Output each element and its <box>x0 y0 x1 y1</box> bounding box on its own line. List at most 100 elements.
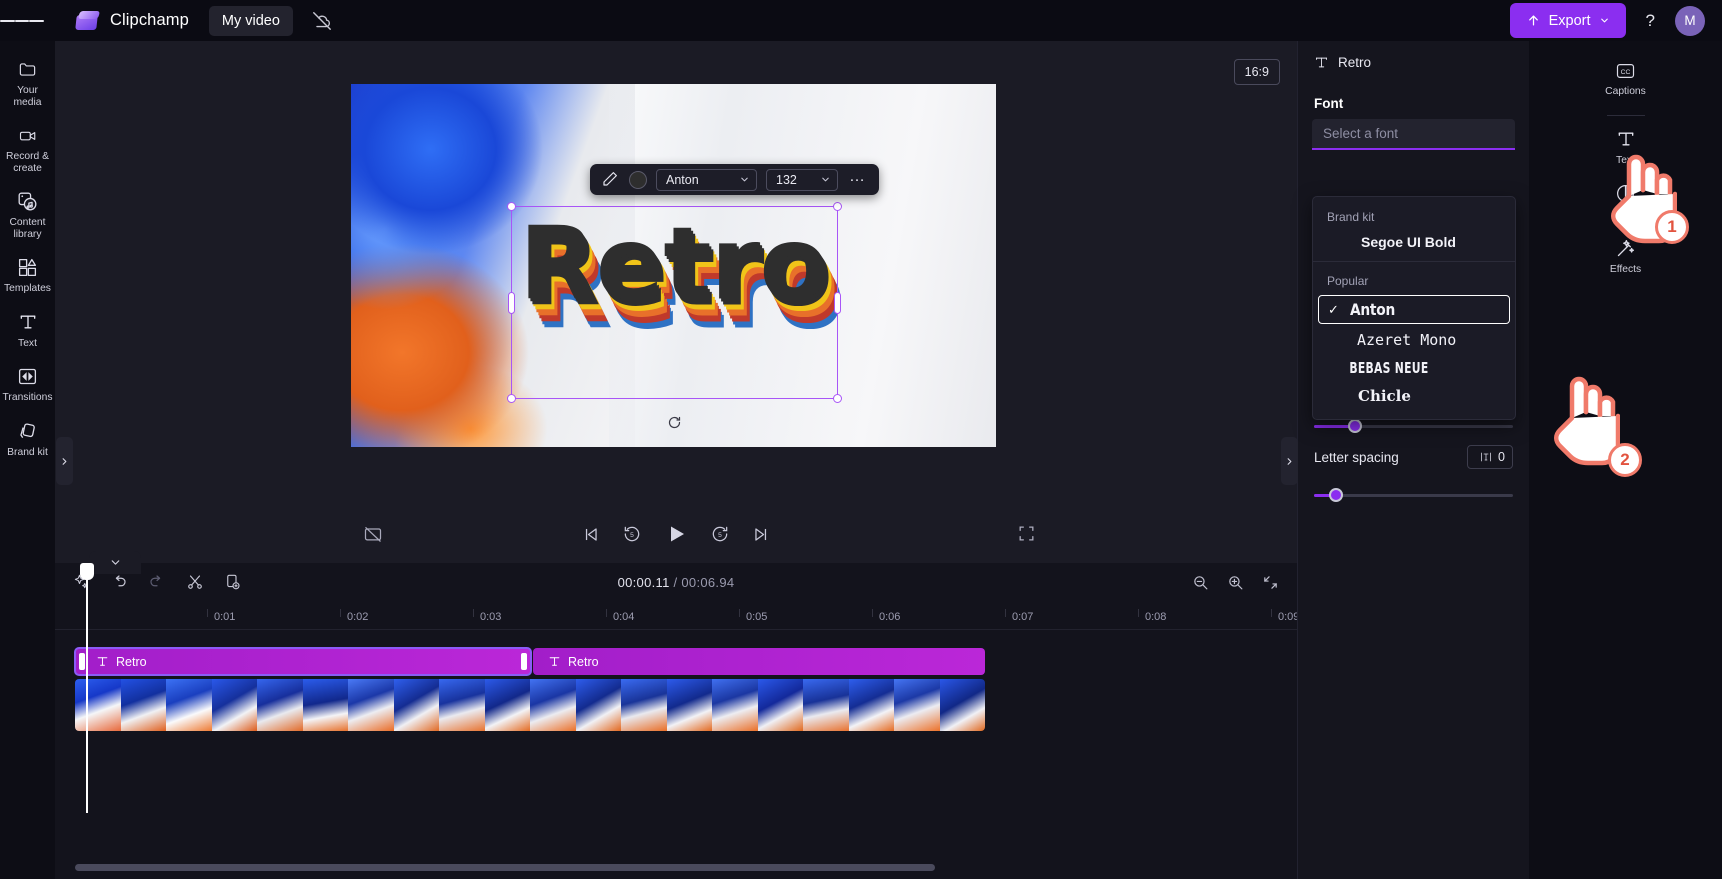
font-option-bebas-neue[interactable]: BEBAS NEUE <box>1313 354 1515 382</box>
trim-handle-right[interactable] <box>521 653 527 670</box>
font-family-value: Anton <box>666 172 699 187</box>
letter-spacing-slider-knob[interactable] <box>1329 488 1343 502</box>
zoom-in-icon[interactable] <box>1226 573 1245 592</box>
timeline-clip-video[interactable] <box>75 679 985 731</box>
fit-timeline-icon[interactable] <box>1261 573 1280 592</box>
top-bar-right: Export ? M <box>1509 3 1722 38</box>
line-height-slider-knob[interactable] <box>1348 419 1362 433</box>
trim-handle-left[interactable] <box>79 653 85 670</box>
skip-to-end-button[interactable] <box>752 525 771 544</box>
project-title-field[interactable]: My video <box>208 5 293 36</box>
text-t-icon <box>17 312 39 333</box>
letter-spacing-value-field[interactable]: 0 <box>1467 445 1513 469</box>
playhead[interactable] <box>80 563 94 813</box>
export-button[interactable]: Export <box>1509 3 1626 38</box>
chevron-right-icon <box>62 457 67 465</box>
hamburger-icon[interactable] <box>0 0 45 41</box>
text-selection-box[interactable] <box>507 202 842 428</box>
timeline-tracks: Retro Retro <box>55 563 1297 813</box>
sidebar-item-captions[interactable]: CC Captions <box>1598 51 1653 106</box>
rewind-5s-button[interactable]: 5 <box>622 524 642 544</box>
sidebar-item-transitions[interactable]: Transitions <box>0 357 55 412</box>
sidebar-item-fade[interactable]: Fade <box>1598 174 1653 229</box>
dropdown-group-popular: Popular <box>1327 274 1369 288</box>
brand-name: Clipchamp <box>110 11 189 29</box>
avatar[interactable]: M <box>1675 5 1705 36</box>
captions-off-icon[interactable] <box>363 524 383 544</box>
sidebar-item-content-library[interactable]: Content library <box>0 182 55 248</box>
sidebar-item-brand-kit[interactable]: Brand kit <box>0 412 55 467</box>
duplicate-icon[interactable] <box>223 572 242 591</box>
timeline-horizontal-scrollbar[interactable] <box>75 864 935 871</box>
sidebar-item-text-right[interactable]: Text <box>1598 120 1653 175</box>
font-section-label: Font <box>1314 96 1344 111</box>
undo-icon[interactable] <box>109 572 128 591</box>
font-option-label: Azeret Mono <box>1357 331 1457 349</box>
sidebar-item-label: Your media <box>13 85 42 108</box>
font-search-input[interactable]: Select a font <box>1312 119 1515 150</box>
timecode-display: 00:00.11 / 00:06.94 <box>618 575 735 590</box>
sidebar-item-label: Text <box>18 337 37 349</box>
zoom-out-icon[interactable] <box>1191 573 1210 592</box>
timeline-toolbar: 00:00.11 / 00:06.94 <box>55 563 1297 603</box>
timeline-clip-text-2[interactable]: Retro <box>533 648 985 675</box>
resize-handle-bottom-left[interactable] <box>507 394 516 403</box>
font-option-anton[interactable]: ✓ Anton <box>1318 295 1510 324</box>
play-button[interactable] <box>664 522 688 546</box>
sidebar-item-effects[interactable]: Effects <box>1598 229 1653 284</box>
aspect-ratio-button[interactable]: 16:9 <box>1233 59 1280 85</box>
font-option-label: Anton <box>1350 300 1395 319</box>
effects-wand-icon <box>1615 238 1637 259</box>
font-option-label: Segoe UI Bold <box>1361 234 1456 250</box>
left-panel-expand-button[interactable] <box>56 437 73 485</box>
svg-text:CC: CC <box>1621 68 1631 75</box>
left-sidebar: Your media Record & create Content libra… <box>0 41 55 879</box>
pencil-icon[interactable] <box>601 170 620 189</box>
font-option-azeret-mono[interactable]: Azeret Mono <box>1313 326 1515 354</box>
redo-icon[interactable] <box>147 572 166 591</box>
cloud-off-icon[interactable] <box>311 10 333 32</box>
help-button[interactable]: ? <box>1640 7 1661 35</box>
resize-handle-bottom-right[interactable] <box>833 394 842 403</box>
timeline-ruler[interactable]: 0:01 0:02 0:03 0:04 0:05 0:06 0:07 0:08 … <box>55 603 1299 630</box>
timeline-clip-text-1[interactable]: Retro <box>74 647 532 676</box>
preview-area: 16:9 Retro Anton 132 … <box>55 41 1297 511</box>
svg-text:5: 5 <box>718 532 722 539</box>
timeline: 00:00.11 / 00:06.94 0:01 0:02 0:03 0:04 … <box>55 551 1299 879</box>
video-canvas[interactable]: Retro <box>351 84 996 447</box>
skip-to-start-button[interactable] <box>581 525 600 544</box>
text-color-swatch[interactable] <box>629 170 647 189</box>
playhead-knob[interactable] <box>80 563 94 580</box>
export-label: Export <box>1548 12 1591 29</box>
font-option-segoe-ui-bold[interactable]: Segoe UI Bold <box>1313 229 1515 255</box>
font-search-placeholder: Select a font <box>1323 126 1399 141</box>
letter-spacing-slider[interactable] <box>1298 488 1529 502</box>
ruler-tick: 0:05 <box>746 611 768 623</box>
rotate-handle[interactable] <box>665 412 685 432</box>
split-scissors-icon[interactable] <box>185 572 204 591</box>
resize-handle-middle-right[interactable] <box>834 291 841 314</box>
chevron-down-icon <box>822 177 829 182</box>
annotation-step-badge-2: 2 <box>1608 443 1642 477</box>
font-family-select[interactable]: Anton <box>656 168 757 191</box>
font-dropdown-list: Brand kit Segoe UI Bold Popular ✓ Anton … <box>1312 196 1516 420</box>
resize-handle-top-left[interactable] <box>507 202 516 211</box>
timeline-tools <box>71 572 242 591</box>
sidebar-item-templates[interactable]: Templates <box>0 248 55 303</box>
transport-buttons: 5 5 <box>581 522 771 546</box>
font-option-chicle[interactable]: Chicle <box>1313 382 1515 410</box>
font-size-select[interactable]: 132 <box>766 168 838 191</box>
panel-header: Retro <box>1298 41 1529 70</box>
sidebar-item-text[interactable]: Text <box>0 303 55 358</box>
line-height-slider[interactable] <box>1298 419 1529 433</box>
letter-spacing-value: 0 <box>1498 450 1505 464</box>
sidebar-item-record-create[interactable]: Record & create <box>0 116 55 182</box>
right-panel-collapse-button[interactable] <box>1281 437 1298 485</box>
resize-handle-middle-left[interactable] <box>508 291 515 314</box>
fullscreen-icon[interactable] <box>1017 524 1036 543</box>
forward-5s-button[interactable]: 5 <box>710 524 730 544</box>
sidebar-item-label: Brand kit <box>7 446 48 458</box>
sidebar-item-your-media[interactable]: Your media <box>0 50 55 116</box>
more-options-button[interactable]: … <box>847 168 868 191</box>
resize-handle-top-right[interactable] <box>833 202 842 211</box>
